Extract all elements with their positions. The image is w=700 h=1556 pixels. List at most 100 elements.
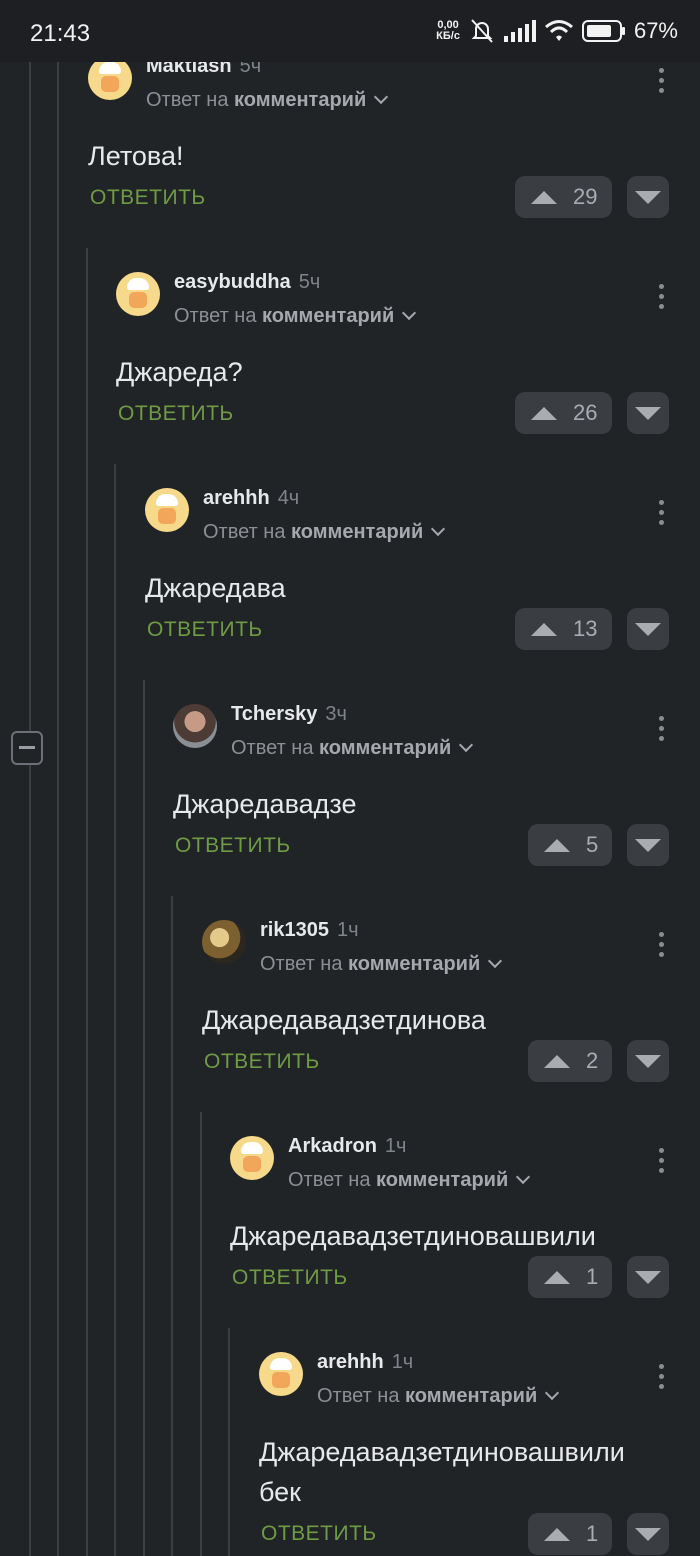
comment: easybuddha 5ч Ответ на комментарий Джаред…: [116, 271, 700, 452]
vote-count: 26: [573, 400, 598, 425]
upvote-button[interactable]: 5: [528, 824, 612, 866]
comment-text: Джаредавадзетдинова: [202, 1005, 486, 1035]
downvote-button[interactable]: [627, 1256, 669, 1298]
avatar[interactable]: [145, 488, 189, 532]
vote-count: 5: [586, 832, 599, 857]
reply-to-link[interactable]: Ответ на комментарий: [203, 521, 446, 544]
arrow-up-icon: [544, 1054, 570, 1068]
thread-line: [171, 896, 173, 1556]
vote-count: 2: [586, 1048, 599, 1073]
comment: Maktlash 5ч Ответ на комментарий Летова! …: [88, 55, 700, 236]
upvote-button[interactable]: 29: [515, 176, 612, 218]
arrow-down-icon: [635, 1271, 661, 1284]
comment-author[interactable]: easybuddha 5ч: [174, 271, 320, 294]
more-options-icon[interactable]: [659, 932, 665, 962]
comment-time: 1ч: [391, 1351, 414, 1373]
comment-author[interactable]: arehhh 4ч: [203, 487, 299, 510]
battery-level: 67%: [633, 18, 678, 43]
avatar[interactable]: [259, 1352, 303, 1396]
thread-line: [114, 464, 116, 1556]
thread-line: [143, 680, 145, 1556]
chevron-down-icon[interactable]: [431, 521, 446, 537]
arrow-up-icon: [531, 406, 557, 420]
reply-button[interactable]: ОТВЕТИТЬ: [204, 1050, 320, 1074]
chevron-down-icon[interactable]: [402, 305, 417, 321]
status-icons: 0,00 КБ/с 67%: [436, 18, 678, 44]
chevron-down-icon[interactable]: [459, 737, 474, 753]
comment: Arkadron 1ч Ответ на комментарий Джаредав…: [230, 1135, 700, 1316]
more-options-icon[interactable]: [659, 1364, 665, 1394]
comment-time: 3ч: [325, 703, 347, 725]
more-options-icon[interactable]: [659, 1148, 665, 1178]
reply-to-link[interactable]: Ответ на комментарий: [260, 953, 503, 976]
vote-count: 29: [573, 184, 598, 209]
reply-button[interactable]: ОТВЕТИТЬ: [232, 1266, 348, 1290]
reply-button[interactable]: ОТВЕТИТЬ: [261, 1522, 377, 1546]
mute-bell-icon: [471, 19, 493, 43]
chevron-down-icon[interactable]: [516, 1169, 531, 1185]
comment: Tchersky 3ч Ответ на комментарий Джаредав…: [173, 703, 700, 884]
upvote-button[interactable]: 13: [515, 608, 612, 650]
chevron-down-icon[interactable]: [488, 953, 503, 969]
reply-to-link[interactable]: Ответ на комментарий: [231, 737, 474, 760]
downvote-button[interactable]: [627, 1040, 669, 1082]
status-bar: 21:43 0,00 КБ/с 67%: [0, 0, 700, 62]
downvote-button[interactable]: [627, 1513, 669, 1555]
more-options-icon[interactable]: [659, 500, 665, 530]
arrow-up-icon: [531, 190, 557, 204]
wifi-icon: [544, 20, 573, 41]
clock: 21:43: [30, 20, 91, 47]
arrow-down-icon: [635, 191, 661, 204]
reply-button[interactable]: ОТВЕТИТЬ: [175, 834, 291, 858]
chevron-down-icon[interactable]: [545, 1385, 560, 1401]
reply-button[interactable]: ОТВЕТИТЬ: [90, 186, 206, 210]
comment-time: 4ч: [277, 487, 300, 509]
more-options-icon[interactable]: [659, 284, 665, 314]
reply-button[interactable]: ОТВЕТИТЬ: [147, 618, 263, 642]
comment-author[interactable]: Arkadron 1ч: [288, 1135, 406, 1158]
upvote-button[interactable]: 1: [528, 1256, 612, 1298]
thread-line: [57, 62, 59, 1556]
comment: arehhh 1ч Ответ на комментарий Джаредавад…: [259, 1351, 700, 1556]
comment-text: Джаредавадзетдиновашвили: [230, 1221, 596, 1251]
avatar[interactable]: [202, 920, 246, 964]
comment-text: Джаредава: [145, 573, 286, 603]
arrow-down-icon: [635, 839, 661, 852]
arrow-up-icon: [544, 838, 570, 852]
avatar[interactable]: [88, 56, 132, 100]
comment-author[interactable]: arehhh 1ч: [317, 1351, 413, 1374]
upvote-button[interactable]: 2: [528, 1040, 612, 1082]
upvote-button[interactable]: 1: [528, 1513, 612, 1555]
more-options-icon[interactable]: [659, 716, 665, 746]
downvote-button[interactable]: [627, 824, 669, 866]
signal-icon: [503, 20, 536, 42]
comment-text: Джареда?: [116, 357, 243, 387]
downvote-button[interactable]: [627, 392, 669, 434]
downvote-button[interactable]: [627, 608, 669, 650]
arrow-down-icon: [635, 623, 661, 636]
network-speed: 0,00 КБ/с: [436, 19, 460, 42]
more-options-icon[interactable]: [659, 68, 665, 98]
arrow-up-icon: [544, 1270, 570, 1284]
avatar[interactable]: [173, 704, 217, 748]
thread-line: [86, 248, 88, 1556]
avatar[interactable]: [116, 272, 160, 316]
thread-line: [200, 1112, 202, 1556]
vote-count: 1: [586, 1264, 599, 1289]
thread-line: [29, 62, 31, 1556]
reply-to-link[interactable]: Ответ на комментарий: [288, 1169, 531, 1192]
chevron-down-icon[interactable]: [374, 89, 389, 105]
arrow-up-icon: [531, 622, 557, 636]
comment-author[interactable]: Tchersky 3ч: [231, 703, 347, 726]
avatar[interactable]: [230, 1136, 274, 1180]
comment-author[interactable]: rik1305 1ч: [260, 919, 359, 942]
collapse-thread-button[interactable]: [11, 731, 43, 765]
reply-to-link[interactable]: Ответ на комментарий: [317, 1385, 560, 1408]
reply-to-link[interactable]: Ответ на комментарий: [146, 89, 389, 112]
comment-time: 1ч: [336, 919, 359, 941]
downvote-button[interactable]: [627, 176, 669, 218]
upvote-button[interactable]: 26: [515, 392, 612, 434]
arrow-down-icon: [635, 1055, 661, 1068]
reply-to-link[interactable]: Ответ на комментарий: [174, 305, 417, 328]
reply-button[interactable]: ОТВЕТИТЬ: [118, 402, 234, 426]
